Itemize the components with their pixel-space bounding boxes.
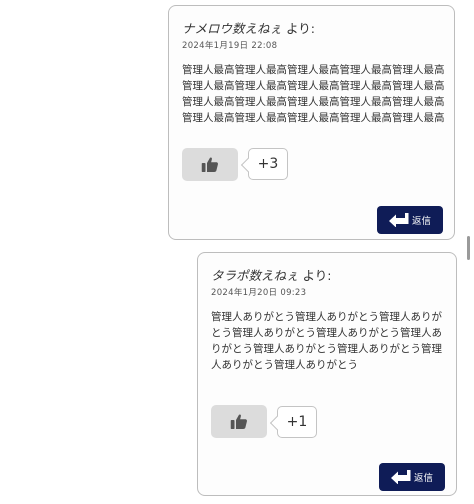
reply-button[interactable]: 返信 [379, 463, 445, 491]
comment-author: タラポ数えねぇ より: [211, 265, 331, 284]
comment-timestamp: 2024年1月20日 09:23 [211, 288, 307, 298]
like-count: +3 [248, 148, 288, 180]
thumbs-up-icon [230, 414, 247, 429]
comment-card: ナメロウ数えねぇ より: 2024年1月19日 22:08 管理人最高管理人最高… [168, 5, 455, 240]
scrollbar[interactable] [467, 236, 470, 260]
comment-author: ナメロウ数えねぇ より: [182, 18, 315, 37]
reply-arrow-icon [390, 470, 411, 484]
comment-body: 管理人ありがとう管理人ありがとう管理人ありがとう管理人ありがとう管理人ありがとう… [211, 311, 442, 371]
comment-timestamp: 2024年1月19日 22:08 [182, 41, 278, 51]
like-button[interactable] [182, 148, 238, 181]
thumbs-up-icon [201, 157, 218, 172]
like-button[interactable] [211, 405, 267, 438]
reply-label: 返信 [413, 473, 433, 484]
like-count-value: +3 [257, 156, 279, 172]
like-count-value: +1 [286, 414, 308, 430]
author-suffix: より: [282, 21, 315, 36]
reply-label: 返信 [411, 216, 431, 227]
author-suffix: より: [298, 268, 332, 283]
comment-body: 管理人最高管理人最高管理人最高管理人最高管理人最高管理人最高管理人最高管理人最高… [182, 64, 445, 124]
like-count: +1 [277, 406, 317, 438]
author-name: タラポ数えねぇ [211, 268, 299, 283]
author-name: ナメロウ数えねぇ [182, 21, 283, 36]
comment-card: タラポ数えねぇ より: 2024年1月20日 09:23 管理人ありがとう管理人… [197, 252, 457, 496]
reply-arrow-icon [388, 213, 409, 227]
comment-thread: ナメロウ数えねぇ より: 2024年1月19日 22:08 管理人最高管理人最高… [0, 0, 474, 504]
reply-button[interactable]: 返信 [377, 206, 443, 234]
